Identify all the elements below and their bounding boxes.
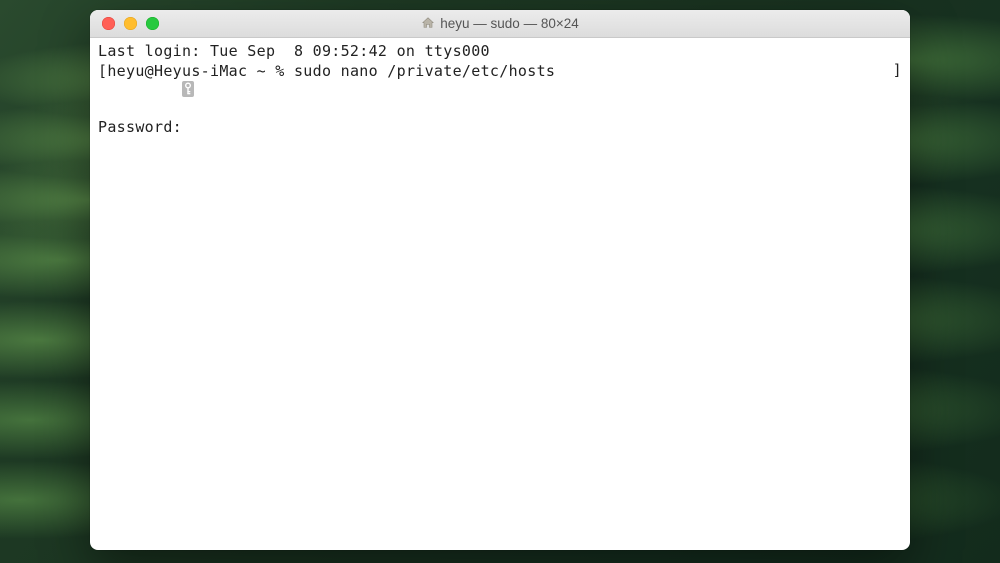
titlebar[interactable]: heyu — sudo — 80×24 <box>90 10 910 38</box>
window-title: heyu — sudo — 80×24 <box>90 16 910 31</box>
bracket-right: ] <box>893 61 902 81</box>
maximize-button[interactable] <box>146 17 159 30</box>
last-login-line: Last login: Tue Sep 8 09:52:42 on ttys00… <box>98 42 902 62</box>
entered-command: sudo nano /private/etc/hosts <box>294 62 555 80</box>
close-button[interactable] <box>102 17 115 30</box>
terminal-body[interactable]: Last login: Tue Sep 8 09:52:42 on ttys00… <box>90 38 910 550</box>
key-cursor-icon <box>182 81 194 97</box>
password-label: Password: <box>98 118 182 136</box>
terminal-window[interactable]: heyu — sudo — 80×24 Last login: Tue Sep … <box>90 10 910 550</box>
shell-prompt: heyu@Heyus-iMac ~ % <box>107 62 294 80</box>
home-icon <box>421 16 435 30</box>
bracket-left: [ <box>98 62 107 80</box>
minimize-button[interactable] <box>124 17 137 30</box>
window-title-text: heyu — sudo — 80×24 <box>440 16 578 31</box>
password-line[interactable]: Password: <box>98 81 902 138</box>
prompt-line: [heyu@Heyus-iMac ~ % sudo nano /private/… <box>98 62 902 82</box>
traffic-lights <box>102 17 159 30</box>
